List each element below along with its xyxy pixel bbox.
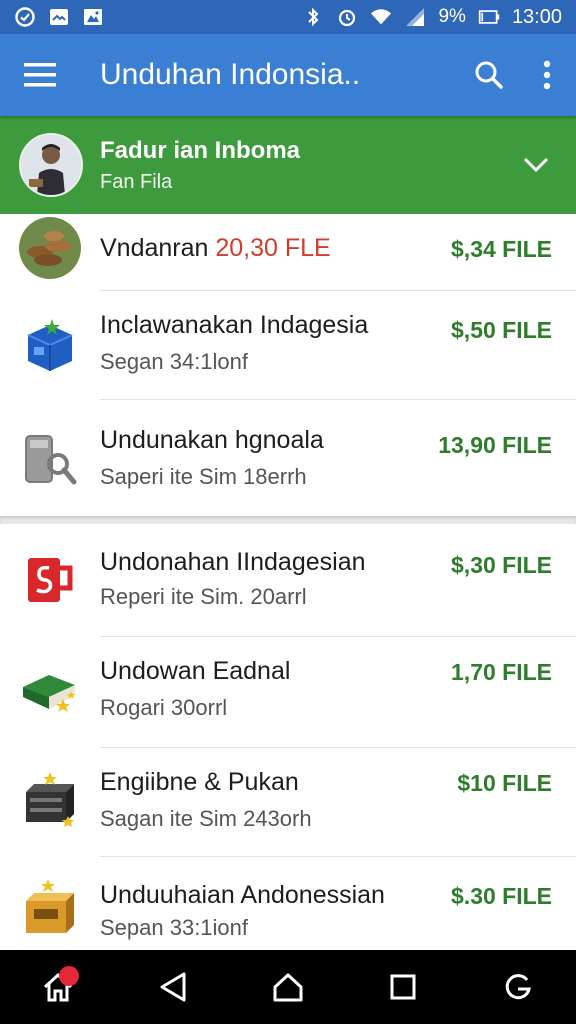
list-item[interactable]: Unduuhaian Andonessian Sepan 33:1ionf $.… xyxy=(0,857,576,950)
page-title: Unduhan Indonsia.. xyxy=(100,58,361,91)
gold-chest-icon xyxy=(18,877,82,941)
gray-device-search-icon xyxy=(18,426,82,490)
menu-icon xyxy=(24,63,56,87)
section-separator xyxy=(0,516,576,524)
item-price: 1,70 FILE xyxy=(451,659,552,685)
status-right-icons: 9% 13:00 xyxy=(302,6,562,29)
account-info: Fadur ian Inboma Fan Fila xyxy=(100,137,506,194)
nav-home-app-button[interactable] xyxy=(23,952,93,1022)
item-title: Undonahan IIndagesian xyxy=(100,548,366,576)
photo-icon xyxy=(82,6,104,28)
red-mug-icon xyxy=(18,548,82,612)
wifi-icon xyxy=(370,6,392,28)
account-name: Fadur ian Inboma xyxy=(100,136,301,164)
clock-time: 13:00 xyxy=(511,5,562,28)
wood-logs-icon xyxy=(18,216,82,280)
list-item[interactable]: Engiibne & Pukan Sagan ite Sim 243orh $1… xyxy=(0,748,576,856)
alarm-icon xyxy=(336,6,358,28)
item-title: Undowan Eadnal xyxy=(100,657,291,685)
chevron-down-icon xyxy=(523,157,549,173)
home-circle-icon xyxy=(273,973,303,1002)
item-subtitle: Sagan ite Sim 243orh xyxy=(100,806,312,831)
blue-box-icon xyxy=(18,313,82,377)
nav-recents-button[interactable] xyxy=(368,952,438,1022)
search-icon xyxy=(475,61,503,89)
item-subtitle: Segan 34:1lonf xyxy=(100,349,249,374)
item-price: $10 FILE xyxy=(457,770,552,796)
item-title: Vndanran 20,30 FLE xyxy=(100,234,331,263)
green-book-icon xyxy=(18,659,82,723)
avatar[interactable] xyxy=(19,133,83,197)
item-title-text: Vndanran xyxy=(100,234,216,262)
image-icon xyxy=(48,6,70,28)
item-title: Undunakan hgnoala xyxy=(100,426,324,454)
search-button[interactable] xyxy=(460,34,518,116)
item-price: 13,90 FILE xyxy=(438,432,552,458)
battery-percent: 9% xyxy=(438,6,466,27)
app-toolbar: Unduhan Indonsia.. xyxy=(0,34,576,116)
notification-badge xyxy=(58,966,79,986)
account-subtitle: Fan Fila xyxy=(100,170,173,193)
list-item[interactable]: Undonahan IIndagesian Reperi ite Sim. 20… xyxy=(0,524,576,636)
item-title: Unduuhaian Andonessian xyxy=(100,881,385,909)
clock-check-icon xyxy=(14,6,36,28)
list-item[interactable]: Undunakan hgnoala Saperi ite Sim 18errh … xyxy=(0,400,576,516)
item-subtitle: Rogari 30orrl xyxy=(100,695,228,720)
item-subtitle: Saperi ite Sim 18errh xyxy=(100,464,307,489)
item-price: $.30 FILE xyxy=(451,883,552,909)
list-item[interactable]: Inclawanakan Indagesia Segan 34:1lonf $,… xyxy=(0,291,576,399)
item-title: Inclawanakan Indagesia xyxy=(100,311,369,339)
item-price: $,30 FILE xyxy=(451,552,552,578)
back-icon xyxy=(160,972,186,1002)
more-vert-icon xyxy=(543,60,551,90)
item-title: Engiibne & Pukan xyxy=(100,768,299,796)
battery-icon xyxy=(478,6,500,28)
item-price: $,50 FILE xyxy=(451,317,552,343)
status-bar: 9% 13:00 xyxy=(0,0,576,34)
account-header[interactable]: Fadur ian Inboma Fan Fila xyxy=(0,116,576,214)
list-item[interactable]: Vndanran 20,30 FLE $,34 FILE xyxy=(0,214,576,290)
item-title-highlight: 20,30 FLE xyxy=(215,234,331,262)
system-navigation-bar xyxy=(0,950,576,1024)
download-list: Vndanran 20,30 FLE $,34 FILE Inclawanaka… xyxy=(0,214,576,950)
recents-icon xyxy=(390,974,416,1000)
account-expand-button[interactable] xyxy=(506,135,566,195)
nav-assistant-button[interactable] xyxy=(483,952,553,1022)
item-price: $,34 FILE xyxy=(451,236,552,262)
nav-back-button[interactable] xyxy=(138,952,208,1022)
item-subtitle: Sepan 33:1ionf xyxy=(100,915,249,940)
assistant-icon xyxy=(506,974,532,1000)
status-left-icons xyxy=(14,6,104,28)
more-options-button[interactable] xyxy=(518,34,576,116)
dark-chest-icon xyxy=(18,770,82,834)
nav-home-button[interactable] xyxy=(253,952,323,1022)
bluetooth-icon xyxy=(302,6,324,28)
list-item[interactable]: Undowan Eadnal Rogari 30orrl 1,70 FILE xyxy=(0,637,576,747)
menu-button[interactable] xyxy=(0,34,80,116)
signal-icon xyxy=(404,6,426,28)
item-subtitle: Reperi ite Sim. 20arrl xyxy=(100,584,307,609)
